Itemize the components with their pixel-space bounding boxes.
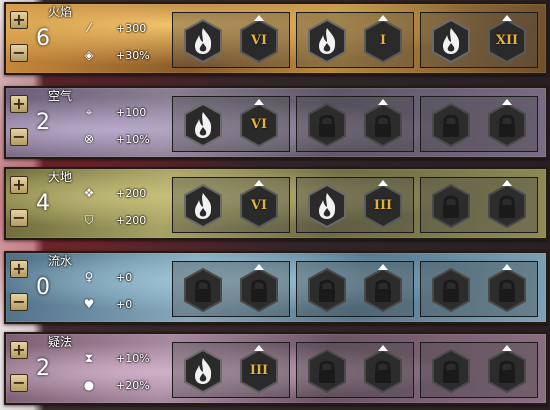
decrease-button[interactable]: − [10,374,28,392]
lock-icon [431,268,471,312]
rank-badge: VI [239,15,279,63]
increase-button[interactable]: + [10,341,28,359]
diamond-grid-icon: ❖ [83,186,95,200]
element-name: 空气 [48,89,73,103]
sword-icon: ⁄ [87,21,90,35]
increase-button[interactable]: + [10,176,28,194]
heart-icon: ♥ [83,297,95,311]
decrease-button[interactable]: − [10,209,28,227]
rank-badge: III [239,345,279,393]
lock-icon [363,345,403,393]
decrease-button[interactable]: − [10,44,28,62]
lock-icon [431,349,471,393]
stat-value: +30% [116,49,150,62]
stat-value: +200 [116,187,147,200]
decrease-button[interactable]: − [10,293,28,311]
element-level: 0 [36,275,50,300]
stat-value: +20% [116,379,150,392]
element-level: 6 [36,26,50,51]
rune-slot[interactable] [420,177,538,233]
shield-icon: ⛉ [84,213,94,227]
lock-icon [487,180,527,228]
rune-slot[interactable] [420,96,538,152]
lock-icon [431,184,471,228]
element-name: 大地 [48,170,73,184]
lock-icon [487,99,527,147]
rank-badge: III [363,180,403,228]
stat-value: +10% [116,352,150,365]
lock-icon [487,264,527,312]
decrease-button[interactable]: − [10,128,28,146]
element-level: 4 [36,191,50,216]
lock-icon [239,264,279,312]
rune-slot[interactable] [172,261,290,317]
rank-badge: VI [239,99,279,147]
fire-rune-icon [431,19,471,63]
increase-button[interactable]: + [10,11,28,29]
rune-slot[interactable] [296,342,414,398]
rune-slot[interactable] [296,96,414,152]
stat-value: +10% [116,133,150,146]
fire-rune-icon [183,103,223,147]
rune-slot[interactable]: VI [172,96,290,152]
stat-value: +0 [116,271,133,284]
crit-diamond-icon: ◈ [84,48,94,62]
element-row-earth: + − 大地 4 ❖ +200 ⛉ +200 VI III [4,167,548,240]
lock-icon [307,103,347,147]
element-row-air: + − 空气 2 ⌖ +100 ⊗ +10% VI [4,86,548,159]
droplet-icon: ● [83,378,95,392]
lock-icon [363,99,403,147]
rune-slot[interactable] [296,261,414,317]
rune-slot[interactable]: I [296,12,414,68]
element-row-water: + − 流水 0 ♀ +0 ♥ +0 [4,251,548,324]
rune-slot[interactable] [420,342,538,398]
lock-icon [183,268,223,312]
stat-value: +0 [116,298,133,311]
increase-button[interactable]: + [10,260,28,278]
element-name: 疑法 [48,335,73,349]
fire-rune-icon [307,184,347,228]
element-name: 流水 [48,254,73,268]
rune-slot[interactable] [420,261,538,317]
stat-value: +200 [116,214,147,227]
element-level: 2 [36,110,50,135]
stat-value: +300 [116,22,147,35]
ankh-icon: ♀ [84,270,94,284]
lock-icon [307,268,347,312]
rune-slot[interactable]: XII [420,12,538,68]
hourglass-icon: ⧗ [84,351,94,365]
rune-slot[interactable]: VI [172,12,290,68]
rank-badge: VI [239,180,279,228]
element-row-mind: + − 疑法 2 ⧗ +10% ● +20% III [4,332,548,405]
fire-rune-icon [183,349,223,393]
circle-x-icon: ⊗ [83,132,95,146]
fire-rune-icon [307,19,347,63]
rune-slot[interactable]: III [172,342,290,398]
stat-value: +100 [116,106,147,119]
crosshair-icon: ⌖ [85,105,93,119]
element-row-fire: + − 火焰 6 ⁄ +300 ◈ +30% VI I XII [4,2,548,75]
increase-button[interactable]: + [10,95,28,113]
lock-icon [363,264,403,312]
rank-badge: I [363,15,403,63]
rune-slot[interactable]: VI [172,177,290,233]
rune-slot[interactable]: III [296,177,414,233]
lock-icon [431,103,471,147]
fire-rune-icon [183,184,223,228]
lock-icon [487,345,527,393]
rank-badge: XII [487,15,527,63]
element-name: 火焰 [48,5,73,19]
element-level: 2 [36,356,50,381]
lock-icon [307,349,347,393]
fire-rune-icon [183,19,223,63]
